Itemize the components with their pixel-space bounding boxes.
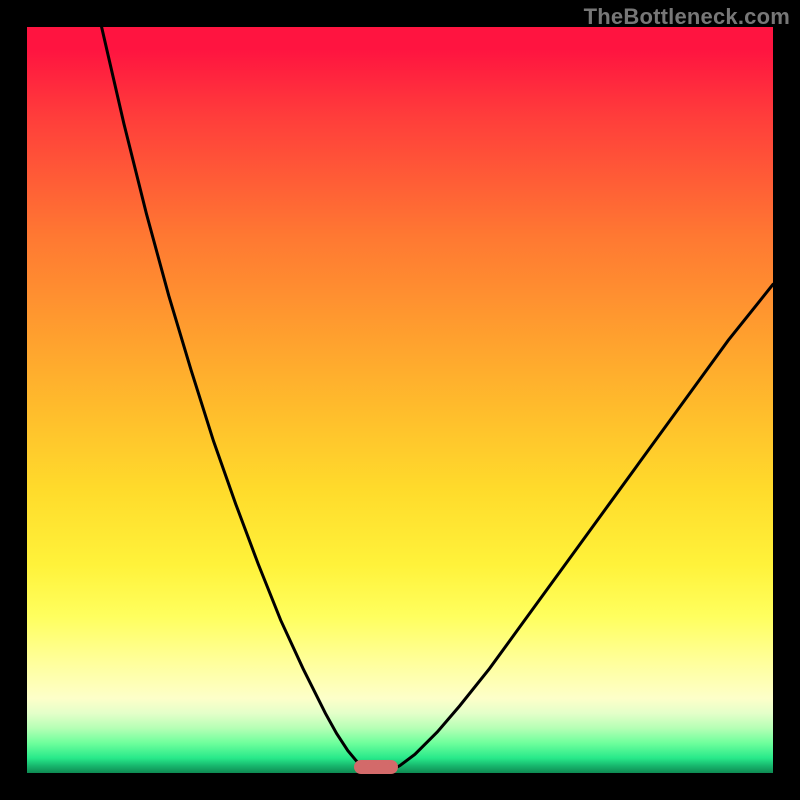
left-curve-path [102, 27, 367, 772]
right-curve-path [389, 284, 773, 771]
watermark-text: TheBottleneck.com [584, 4, 790, 30]
chart-plot-area [27, 27, 773, 773]
bottleneck-marker [354, 760, 398, 774]
curve-layer [27, 27, 773, 773]
